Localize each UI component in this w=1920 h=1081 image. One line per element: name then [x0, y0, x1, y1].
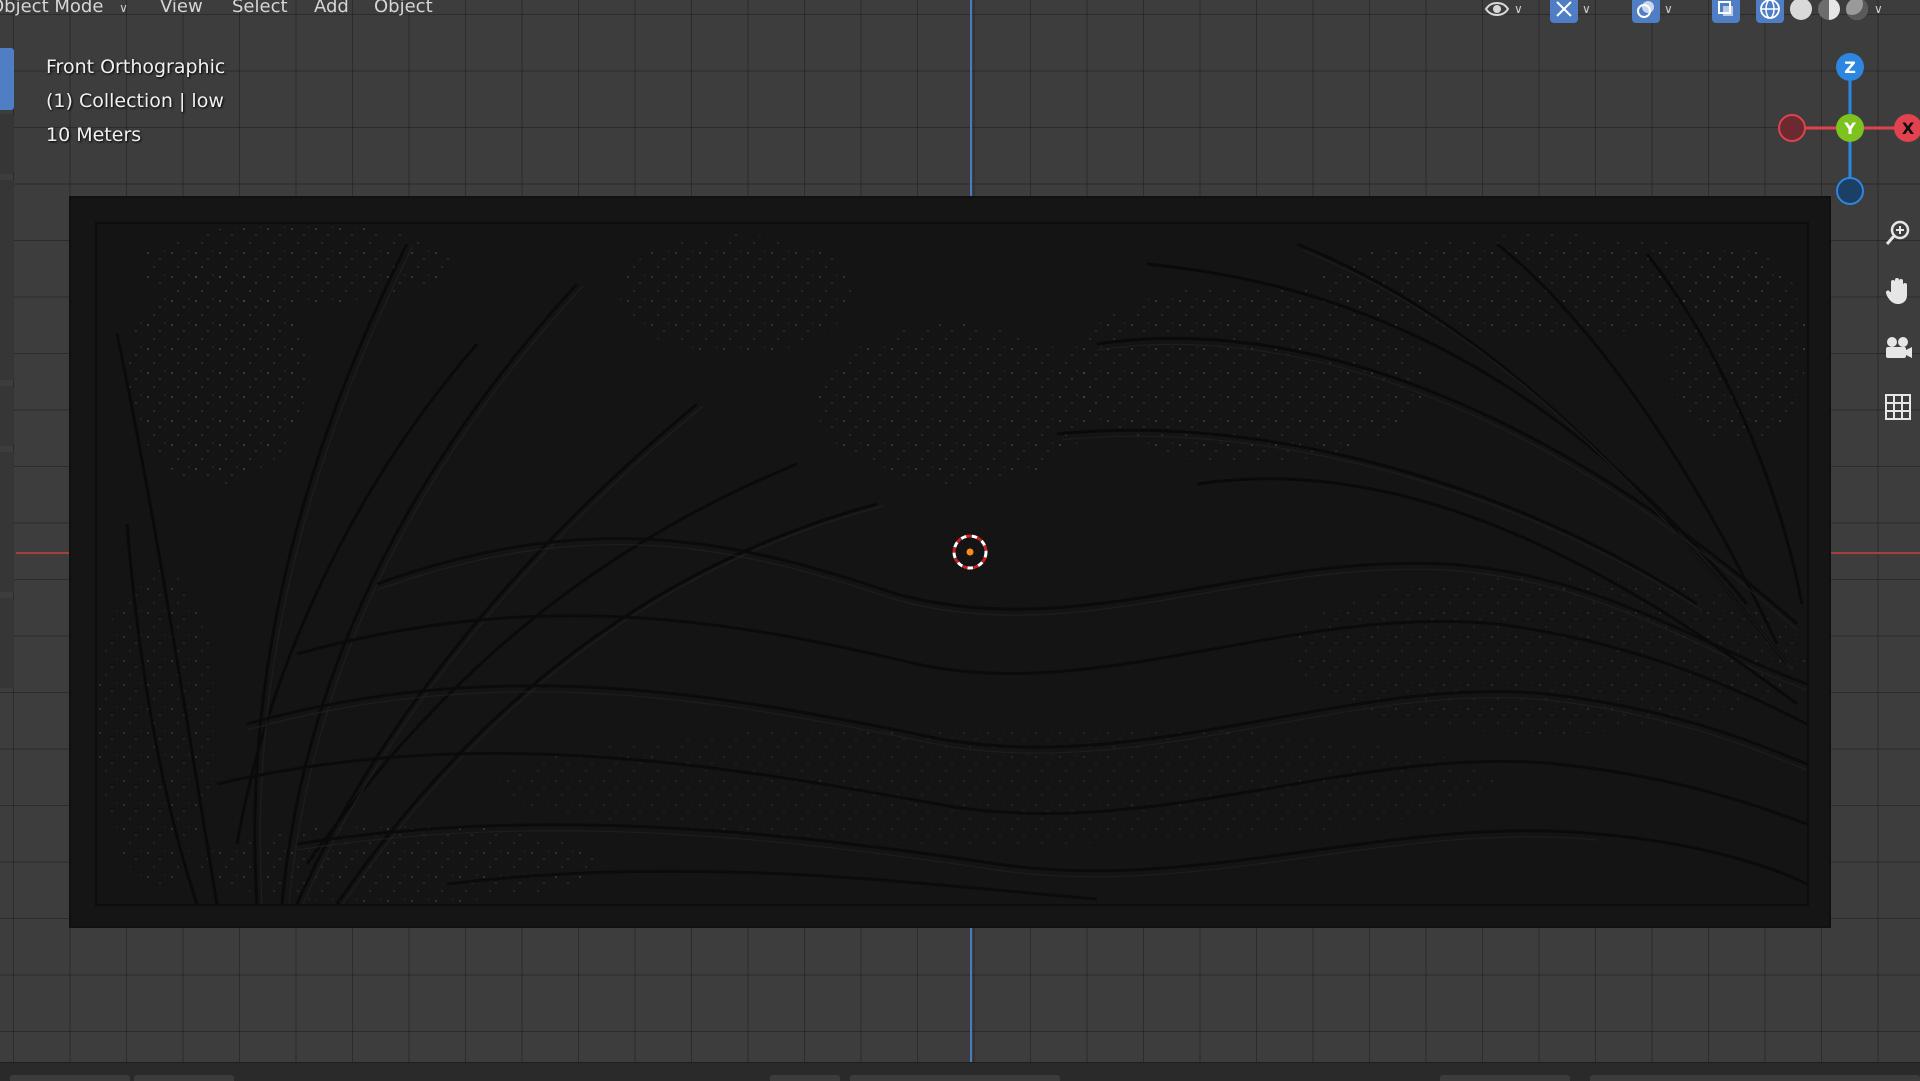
- chevron-down-icon: ∨: [1582, 2, 1591, 16]
- gizmo-x-label: X: [1901, 118, 1915, 138]
- xray-toggle[interactable]: [1712, 0, 1740, 24]
- mode-dropdown[interactable]: Object Mode ∨: [0, 0, 128, 17]
- menu-view[interactable]: View: [160, 0, 203, 17]
- chevron-down-icon: ∨: [1874, 2, 1883, 16]
- menu-add[interactable]: Add: [314, 0, 349, 17]
- timeline-header[interactable]: [0, 1062, 1920, 1081]
- navigation-tools: [1880, 215, 1920, 447]
- timeline-tab[interactable]: [10, 1075, 130, 1081]
- frame-field[interactable]: [1440, 1075, 1570, 1081]
- toolbar-segment[interactable]: [0, 114, 14, 174]
- playback-controls[interactable]: [770, 1075, 840, 1081]
- 3d-viewport[interactable]: Front Orthographic (1) Collection | low …: [0, 0, 1920, 1062]
- gizmo-y-axis[interactable]: Y: [1836, 114, 1864, 142]
- navigation-gizmo[interactable]: Z X Y: [1770, 50, 1920, 210]
- x-axis-line-right: [1829, 552, 1920, 554]
- gizmo-z-axis[interactable]: Z: [1836, 53, 1864, 81]
- view-name-label: Front Orthographic: [46, 56, 226, 78]
- gizmo-x-axis[interactable]: X: [1894, 114, 1920, 142]
- wireframe-shading-icon[interactable]: [1756, 0, 1784, 23]
- visibility-dropdown[interactable]: ∨: [1484, 0, 1523, 24]
- x-axis-line-left: [16, 552, 71, 554]
- scale-label: 10 Meters: [46, 124, 142, 146]
- solid-shading-icon[interactable]: [1790, 0, 1812, 20]
- 3d-cursor[interactable]: [950, 532, 990, 572]
- toolbar-segment[interactable]: [0, 180, 14, 380]
- hand-icon[interactable]: [1880, 273, 1916, 309]
- toolbar-segment[interactable]: [0, 48, 14, 110]
- collection-label: (1) Collection | low: [46, 90, 224, 112]
- rendered-shading-icon[interactable]: [1846, 0, 1868, 20]
- toolbar-segment[interactable]: [0, 386, 14, 446]
- shading-modes[interactable]: ∨: [1756, 0, 1883, 24]
- frame-range[interactable]: [1590, 1075, 1920, 1081]
- menu-object[interactable]: Object: [374, 0, 433, 17]
- gizmo-toggle[interactable]: ∨: [1550, 0, 1591, 24]
- viewport-info: Front Orthographic (1) Collection | low …: [46, 50, 225, 152]
- viewport-header: Object Mode ∨ View Select Add Object ∨ ∨…: [0, 0, 1920, 26]
- timeline-tab[interactable]: [134, 1075, 234, 1081]
- gizmo-icon[interactable]: [1550, 0, 1578, 23]
- chevron-down-icon: ∨: [1664, 2, 1673, 16]
- eye-icon: [1484, 2, 1510, 16]
- z-axis-line-bottom: [970, 926, 972, 1062]
- overlays-icon[interactable]: [1632, 0, 1660, 23]
- z-axis-line-top: [970, 0, 972, 198]
- gizmo-neg-z-axis[interactable]: [1836, 177, 1864, 205]
- relief-panel-object[interactable]: [71, 198, 1829, 926]
- camera-icon[interactable]: [1880, 331, 1916, 367]
- mode-label: Object Mode: [0, 0, 104, 17]
- gizmo-neg-x-axis[interactable]: [1778, 114, 1806, 142]
- playback-controls[interactable]: [850, 1075, 1060, 1081]
- left-toolbar[interactable]: [0, 48, 16, 688]
- gizmo-z-label: Z: [1844, 57, 1856, 77]
- material-shading-icon[interactable]: [1818, 0, 1840, 20]
- zoom-icon[interactable]: [1880, 215, 1916, 251]
- grid-icon[interactable]: [1880, 389, 1916, 425]
- overlays-toggle[interactable]: ∨: [1632, 0, 1673, 24]
- chevron-down-icon: ∨: [119, 1, 128, 15]
- gizmo-y-label: Y: [1844, 118, 1856, 138]
- chevron-down-icon: ∨: [1514, 2, 1523, 16]
- toolbar-segment[interactable]: [0, 598, 14, 688]
- xray-icon[interactable]: [1712, 0, 1740, 23]
- menu-select[interactable]: Select: [232, 0, 288, 17]
- toolbar-segment[interactable]: [0, 452, 14, 592]
